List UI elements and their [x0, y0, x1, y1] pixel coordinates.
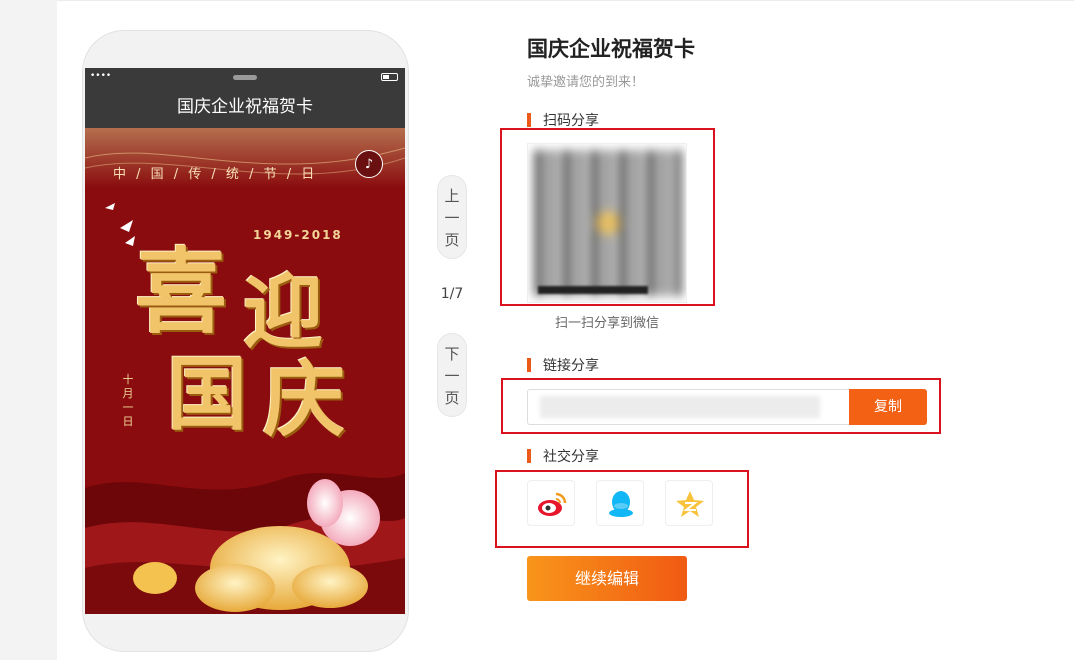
next-page-button[interactable]: 下 一 页 [437, 333, 467, 417]
page-subtitle: 诚挚邀请您的到来！ [527, 75, 645, 90]
phone-screen: •••• 国庆企业祝福贺卡 中 / 国 / 传 / 统 / 节 / 日 1949… [85, 68, 405, 614]
poster-years: 1949-2018 [253, 228, 343, 242]
share-link-field[interactable] [527, 389, 849, 425]
qq-icon [609, 491, 633, 517]
copy-button[interactable]: 复制 [849, 389, 927, 425]
qzone-icon [676, 491, 704, 517]
music-note-icon[interactable]: ♪ [355, 150, 383, 178]
poster-char-qing: 庆 [263, 352, 346, 448]
social-share-heading: 社交分享 [527, 446, 599, 466]
page-indicator: 1/7 [440, 286, 464, 302]
battery-icon [381, 73, 398, 81]
prev-page-button[interactable]: 上 一 页 [437, 175, 467, 259]
qr-code [527, 143, 687, 303]
poster-subtitle: 中 / 国 / 传 / 统 / 节 / 日 [113, 167, 318, 182]
left-sidebar-strip [0, 0, 57, 660]
scan-share-heading: 扫码分享 [527, 110, 599, 130]
poster-char-guo: 国 [167, 347, 247, 441]
status-bar: •••• [85, 68, 405, 86]
page-title: 国庆企业祝福贺卡 [527, 37, 695, 61]
phone-title: 国庆企业祝福贺卡 [85, 86, 405, 128]
qr-caption: 扫一扫分享到微信 [554, 316, 659, 331]
qzone-share-button[interactable] [665, 480, 713, 526]
signal-dots: •••• [90, 71, 112, 81]
link-share-heading: 链接分享 [527, 355, 599, 375]
qq-share-button[interactable] [596, 480, 644, 526]
poster-vertical-date: 十 月 一 日 [122, 373, 134, 428]
weibo-icon [538, 492, 567, 516]
continue-edit-button[interactable]: 继续编辑 [527, 556, 687, 601]
top-divider [57, 0, 1074, 1]
weibo-share-button[interactable] [527, 480, 575, 526]
speaker-pill [233, 75, 257, 80]
